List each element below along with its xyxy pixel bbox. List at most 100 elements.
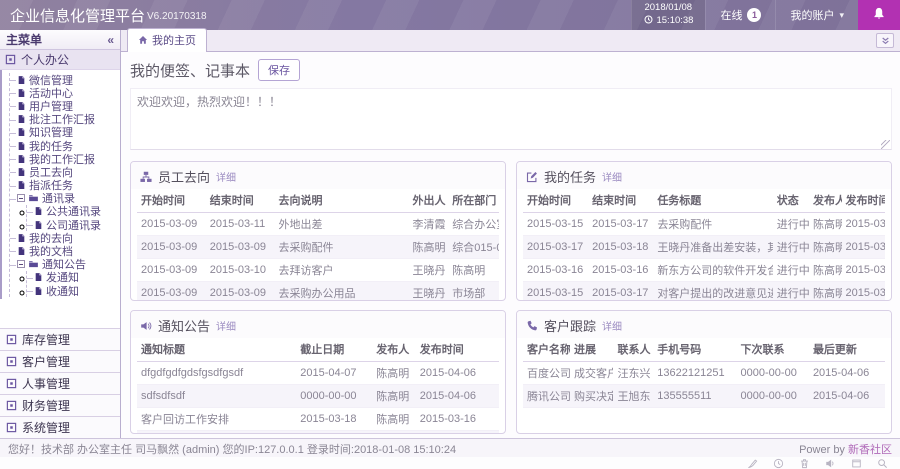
table-row[interactable]: 2015-03-152015-03-17去采购配件进行中陈高明2015-03-1… bbox=[523, 213, 885, 236]
sidebar-section-库存管理[interactable]: 库存管理 bbox=[0, 328, 120, 350]
notepad-textarea[interactable] bbox=[130, 88, 892, 150]
table-row[interactable]: 2015-03-092015-03-11外地出差李清霞综合办公室 bbox=[137, 213, 499, 236]
table-cell: 王晓丹准备出差安装，其他人配合 bbox=[653, 236, 772, 259]
table-cell: 2015-04-06 bbox=[416, 362, 499, 385]
volume-icon[interactable] bbox=[825, 458, 836, 469]
table-cell: 外地出差 bbox=[275, 213, 409, 236]
power-by-link[interactable]: 新香社区 bbox=[848, 444, 892, 456]
column-header: 开始时间 bbox=[523, 189, 588, 213]
table-cell: 2015-03-18 bbox=[588, 236, 653, 259]
speaker-icon bbox=[140, 320, 152, 332]
sidebar-section-系统管理[interactable]: 系统管理 bbox=[0, 416, 120, 438]
tree-collapse-icon[interactable] bbox=[17, 194, 25, 202]
history-icon[interactable] bbox=[773, 458, 784, 469]
section-label: 财务管理 bbox=[22, 397, 70, 414]
textarea-resize-handle[interactable] bbox=[881, 140, 890, 149]
tab-bar: 我的主页 bbox=[121, 30, 900, 52]
status-bar: 您好！技术部 办公室主任 司马飘然 (admin) 您的IP:127.0.0.1… bbox=[0, 438, 900, 469]
column-header: 状态 bbox=[773, 189, 809, 213]
table-row[interactable]: dfgdfgdfgdsfgsdfgsdf2015-04-07陈高明2015-04… bbox=[137, 362, 499, 385]
table-cell: 王旭东 bbox=[613, 385, 653, 408]
table-row[interactable]: 2015-03-162015-03-16新东方公司的软件开发合同需要签约进行中陈… bbox=[523, 259, 885, 282]
table-cell: 2015-03-17 bbox=[588, 282, 653, 301]
table-cell: 汪东兴 bbox=[613, 362, 653, 385]
table-cell: 2015-03-17 bbox=[523, 236, 588, 259]
sidebar-section-人事管理[interactable]: 人事管理 bbox=[0, 372, 120, 394]
table-cell: 进行中 bbox=[773, 282, 809, 301]
column-header: 下次联系 bbox=[737, 338, 809, 362]
table-cell: 2015-03-15 bbox=[523, 282, 588, 301]
table-cell: 陈高明 bbox=[448, 259, 499, 282]
table-row[interactable]: 3.8活动3.8活动3.8活动3.8活动2015-03-08陈高明2015-03… bbox=[137, 431, 499, 434]
table-row[interactable]: sdfsdfsdf0000-00-00陈高明2015-04-06 bbox=[137, 385, 499, 408]
panel-title: 通知公告 bbox=[158, 316, 210, 335]
table-cell: 2015-03-16 bbox=[416, 408, 499, 431]
section-square-icon bbox=[6, 422, 17, 433]
save-button[interactable]: 保存 bbox=[258, 59, 300, 81]
column-header: 结束时间 bbox=[206, 189, 275, 213]
window-icon[interactable] bbox=[851, 458, 862, 469]
table-row[interactable]: 2015-03-092015-03-09去采购办公用品王晓丹市场部 bbox=[137, 282, 499, 301]
table-cell: 2015-04-07 bbox=[296, 362, 372, 385]
sidebar-section-客户管理[interactable]: 客户管理 bbox=[0, 350, 120, 372]
pen-icon[interactable] bbox=[747, 458, 758, 469]
notification-bell-button[interactable] bbox=[858, 0, 900, 30]
panel-title: 我的任务 bbox=[544, 167, 596, 186]
table-row[interactable]: 2015-03-172015-03-18王晓丹准备出差安装，其他人配合进行中陈高… bbox=[523, 236, 885, 259]
column-header: 发布人 bbox=[372, 338, 415, 362]
trash-icon[interactable] bbox=[799, 458, 810, 469]
app-version: V6.20170318 bbox=[147, 11, 207, 22]
phone-icon bbox=[526, 320, 538, 332]
table-cell: 135555511 bbox=[653, 385, 736, 408]
sidebar-section-personal-office[interactable]: 个人办公 bbox=[0, 50, 120, 70]
online-users-button[interactable]: 在线 1 bbox=[705, 0, 775, 30]
my-account-dropdown[interactable]: 我的账户 bbox=[775, 0, 858, 30]
column-header: 去向说明 bbox=[275, 189, 409, 213]
table-cell: 陈高明 bbox=[809, 213, 842, 236]
tree-collapse-icon[interactable] bbox=[17, 260, 25, 268]
table-cell: 陈高明 bbox=[408, 236, 448, 259]
bell-icon bbox=[872, 7, 886, 24]
table-cell: 市场部 bbox=[448, 282, 499, 301]
table-row[interactable]: 客户回访工作安排2015-03-18陈高明2015-03-16 bbox=[137, 408, 499, 431]
sidebar-menu-tree: 微信管理活动中心用户管理批注工作汇报知识管理我的任务我的工作汇报员工去向指派任务… bbox=[0, 70, 120, 299]
column-header: 发布时间 bbox=[416, 338, 499, 362]
panel-detail-link[interactable]: 详细 bbox=[602, 169, 622, 184]
section-label: 库存管理 bbox=[22, 331, 70, 348]
tab-list-button[interactable] bbox=[876, 33, 894, 48]
panel-table: 开始时间结束时间去向说明外出人所在部门2015-03-092015-03-11外… bbox=[137, 189, 499, 300]
table-cell: 2015-03-11 bbox=[206, 213, 275, 236]
table-cell: 0000-00-00 bbox=[296, 385, 372, 408]
table-cell: 2015-03-09 bbox=[137, 213, 206, 236]
sidebar-title: 主菜单 bbox=[6, 31, 42, 48]
section-square-icon bbox=[6, 378, 17, 389]
sidebar-section-财务管理[interactable]: 财务管理 bbox=[0, 394, 120, 416]
current-time: 15:10:38 bbox=[656, 15, 693, 28]
table-cell: 2015-03-09 bbox=[206, 282, 275, 301]
table-row[interactable]: 2015-03-092015-03-09去采购配件陈高明综合015-03- bbox=[137, 236, 499, 259]
table-cell: dfgdfgdfgdsfgsdfgsdf bbox=[137, 362, 296, 385]
panel-detail-link[interactable]: 详细 bbox=[216, 169, 236, 184]
clock-icon bbox=[644, 15, 653, 29]
table-cell: 进行中 bbox=[773, 236, 809, 259]
document-icon bbox=[17, 114, 26, 124]
table-cell: 新东方公司的软件开发合同需要签约 bbox=[653, 259, 772, 282]
document-icon bbox=[17, 101, 26, 111]
table-cell: 李清霞 bbox=[408, 213, 448, 236]
table-row[interactable]: 腾讯公司购买决定王旭东1355555110000-00-002015-04-06 bbox=[523, 385, 885, 408]
panel-detail-link[interactable]: 详细 bbox=[216, 318, 236, 333]
column-header: 最后更新 bbox=[809, 338, 885, 362]
tab-my-homepage[interactable]: 我的主页 bbox=[127, 28, 207, 52]
sidebar-item-收通知[interactable]: 收通知 bbox=[34, 284, 118, 297]
table-row[interactable]: 百度公司成交客户汪东兴136221212510000-00-002015-04-… bbox=[523, 362, 885, 385]
section-label: 系统管理 bbox=[22, 419, 70, 436]
table-cell: 2015-03-16 bbox=[588, 259, 653, 282]
table-row[interactable]: 2015-03-152015-03-17对客户提出的改进意见进行处理进行中陈高明… bbox=[523, 282, 885, 301]
panel-detail-link[interactable]: 详细 bbox=[602, 318, 622, 333]
table-row[interactable]: 2015-03-092015-03-10去拜访客户王晓丹陈高明 bbox=[137, 259, 499, 282]
table-cell: 综合办公室 bbox=[448, 213, 499, 236]
sidebar-collapse-icon[interactable]: « bbox=[107, 33, 114, 47]
magnifier-icon[interactable] bbox=[877, 458, 888, 469]
panel-my-tasks: 我的任务详细开始时间结束时间任务标题状态发布人发布时间2015-03-15201… bbox=[516, 161, 892, 301]
section-square-icon bbox=[6, 356, 17, 367]
